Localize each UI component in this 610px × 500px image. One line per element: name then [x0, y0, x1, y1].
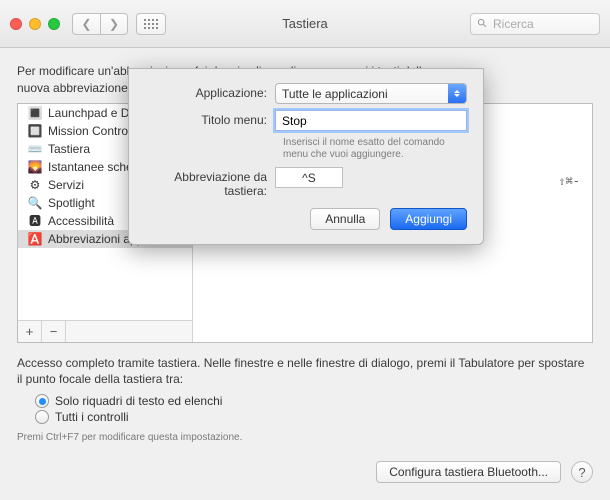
search-icon	[477, 18, 488, 29]
search-placeholder: Ricerca	[493, 17, 534, 31]
radio-indicator	[35, 394, 49, 408]
launchpad-icon: 🔳	[28, 106, 42, 120]
ctrl-f7-hint: Premi Ctrl+F7 per modificare questa impo…	[17, 432, 593, 443]
services-icon: ⚙︎	[28, 178, 42, 192]
radio-indicator	[35, 410, 49, 424]
window-title: Tastiera	[282, 16, 328, 31]
app-shortcuts-icon: 🅰️	[28, 232, 42, 246]
menu-title-label: Titolo menu:	[145, 110, 275, 127]
shortcut-label: Abbreviazione da tastiera:	[145, 167, 275, 198]
screenshot-icon: 🌄	[28, 160, 42, 174]
sheet-button-row: Annulla Aggiungi	[145, 208, 467, 230]
select-arrows-icon	[448, 84, 466, 103]
menu-title-input[interactable]	[275, 110, 467, 131]
window-controls	[10, 18, 60, 30]
cancel-button[interactable]: Annulla	[310, 208, 380, 230]
configure-bluetooth-button[interactable]: Configura tastiera Bluetooth...	[376, 461, 561, 483]
nav-back-forward: ❮ ❯	[72, 13, 128, 35]
existing-shortcut-display: ⇧⌘-	[558, 174, 580, 188]
shortcut-input[interactable]: ^S	[275, 167, 343, 188]
keyboard-access-radios: Solo riquadri di testo ed elenchi Tutti …	[35, 394, 593, 424]
help-button[interactable]: ?	[571, 461, 593, 483]
mission-control-icon: 🔲	[28, 124, 42, 138]
back-button[interactable]: ❮	[72, 13, 100, 35]
forward-button[interactable]: ❯	[100, 13, 128, 35]
add-button[interactable]: Aggiungi	[390, 208, 467, 230]
radio-text-boxes-only[interactable]: Solo riquadri di testo ed elenchi	[35, 394, 593, 408]
radio-all-controls[interactable]: Tutti i controlli	[35, 410, 593, 424]
main-pane: Per modificare un'abbreviazione, fai dop…	[0, 48, 610, 500]
remove-button[interactable]: −	[42, 321, 66, 342]
search-field[interactable]: Ricerca	[470, 13, 600, 35]
add-remove-bar: + −	[18, 320, 192, 342]
accessibility-icon: 🅰︎	[28, 214, 42, 228]
zoom-window-button[interactable]	[48, 18, 60, 30]
close-window-button[interactable]	[10, 18, 22, 30]
menu-title-hint: Inserisci il nome esatto del comando men…	[283, 137, 467, 161]
minimize-window-button[interactable]	[29, 18, 41, 30]
spotlight-icon: 🔍	[28, 196, 42, 210]
footer-row: Configura tastiera Bluetooth... ?	[17, 461, 593, 483]
application-select[interactable]: Tutte le applicazioni	[275, 83, 467, 104]
add-button[interactable]: +	[18, 321, 42, 342]
application-label: Applicazione:	[145, 83, 275, 100]
titlebar: ❮ ❯ Tastiera Ricerca	[0, 0, 610, 48]
keyboard-icon: ⌨️	[28, 142, 42, 156]
keyboard-access-text: Accesso completo tramite tastiera. Nelle…	[17, 355, 593, 389]
show-all-prefs-button[interactable]	[136, 13, 166, 35]
add-shortcut-sheet: Applicazione: Tutte le applicazioni Tito…	[128, 68, 484, 245]
